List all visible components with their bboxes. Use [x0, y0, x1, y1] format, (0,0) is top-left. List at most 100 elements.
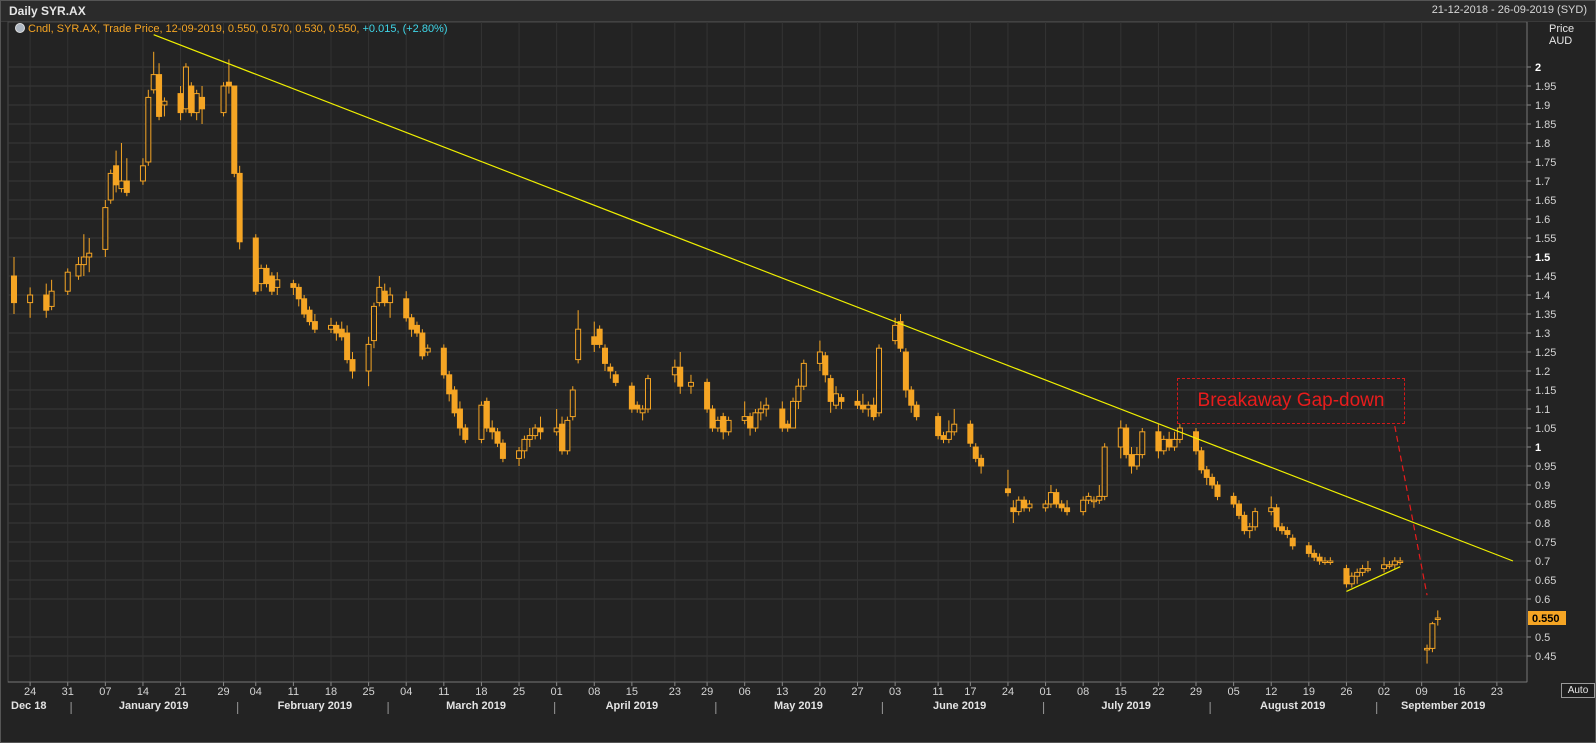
candle-body-down — [677, 366, 684, 387]
y-tick-label: 1.1 — [1535, 404, 1550, 416]
candle-body-down — [859, 404, 866, 410]
candle-body-up — [1160, 438, 1167, 452]
candle-body-down — [225, 81, 232, 87]
candle-body-down — [1166, 438, 1173, 448]
y-tick-label: 1.6 — [1535, 214, 1550, 226]
x-tick-label: 01 — [1039, 686, 1051, 698]
x-tick-label: 16 — [1453, 686, 1465, 698]
candle-body-down — [451, 389, 458, 414]
candle-body-down — [607, 366, 614, 372]
y-tick-label: 0.5 — [1535, 632, 1550, 644]
candle-body-up — [1133, 454, 1140, 467]
candle-body-up — [752, 412, 759, 429]
candle-body-down — [199, 96, 206, 110]
candle-body-down — [338, 328, 345, 338]
candle-body-up — [118, 180, 125, 190]
candle-body-up — [892, 324, 899, 342]
x-tick-label: 04 — [250, 686, 262, 698]
x-tick-label: 25 — [513, 686, 525, 698]
candle-body-down — [333, 324, 340, 334]
y-tick-label: 1.7 — [1535, 176, 1550, 188]
candle-body-down — [978, 457, 985, 467]
candle-body-down — [602, 347, 609, 364]
x-tick-label: 12 — [1265, 686, 1277, 698]
candle-body-up — [1171, 438, 1178, 448]
candle-body-up — [424, 347, 431, 353]
y-tick-label: 0.75 — [1535, 537, 1556, 549]
x-tick-label: 29 — [1190, 686, 1202, 698]
candle-body-down — [940, 435, 947, 440]
candle-body-down — [908, 389, 915, 406]
candle-body-up — [478, 404, 485, 440]
y-tick-label: 1.65 — [1535, 195, 1556, 207]
month-label: August 2019 — [1260, 700, 1325, 712]
x-tick-label: 29 — [217, 686, 229, 698]
y-tick-label: 1.8 — [1535, 138, 1550, 150]
candle-body-up — [370, 305, 377, 342]
candle-body-down — [612, 374, 619, 383]
y-tick-label: 2 — [1535, 62, 1541, 74]
candle-body-down — [779, 408, 786, 429]
x-tick-label: 17 — [964, 686, 976, 698]
candle-body-down — [967, 423, 974, 444]
x-tick-label: 11 — [438, 686, 449, 698]
candle-body-up — [644, 378, 651, 410]
candle-body-down — [1273, 507, 1280, 528]
candle-body-down — [344, 332, 351, 361]
candle-body-up — [1359, 568, 1366, 573]
candle-body-down — [822, 355, 829, 376]
month-label: May 2019 — [774, 700, 823, 712]
candle-body-down — [1305, 545, 1312, 554]
candle-body-down — [838, 397, 845, 402]
candle-body-down — [704, 381, 711, 410]
candle-body-down — [1214, 484, 1221, 497]
candle-body-down — [784, 423, 791, 429]
x-tick-label: 24 — [1002, 686, 1014, 698]
month-label: July 2019 — [1101, 700, 1151, 712]
y-tick-label: 0.6 — [1535, 594, 1550, 606]
candle-body-down — [1123, 427, 1130, 456]
x-tick-label: 23 — [669, 686, 681, 698]
candle-body-up — [1101, 446, 1108, 497]
candle-body-down — [446, 374, 453, 395]
y-tick-label: 1.55 — [1535, 233, 1556, 245]
candle-body-up — [193, 93, 200, 114]
candle-body-down — [494, 431, 501, 444]
candle-body-down — [440, 347, 447, 376]
series-description: Cndl, SYR.AX, Trade Price, 12-09-2019, 0… — [28, 23, 360, 35]
candle-body-down — [349, 359, 356, 372]
candle-body-up — [48, 290, 55, 307]
candle-body-down — [537, 427, 544, 433]
breakaway-gap-annotation: Breakaway Gap-down — [1177, 378, 1405, 424]
auto-scale-button[interactable]: Auto — [1561, 683, 1595, 698]
candle-body-down — [403, 298, 410, 319]
price-axis-title: Price AUD — [1549, 23, 1583, 47]
candle-body-up — [145, 96, 152, 163]
candle-body-down — [1155, 431, 1162, 452]
series-settings-icon[interactable] — [15, 23, 25, 33]
x-tick-label: 25 — [362, 686, 374, 698]
candle-body-up — [1354, 571, 1361, 577]
candle-body-down — [1289, 537, 1296, 547]
candle-body-up — [687, 381, 694, 387]
candle-body-up — [763, 404, 770, 410]
candle-body-up — [800, 362, 807, 387]
candle-body-up — [150, 74, 157, 91]
series-legend[interactable]: Cndl, SYR.AX, Trade Price, 12-09-2019, 0… — [15, 23, 448, 35]
candle-body-up — [1026, 503, 1033, 509]
candle-body-up — [107, 172, 114, 201]
x-tick-label: 18 — [325, 686, 337, 698]
price-change: +0.015, (+2.80%) — [362, 23, 448, 35]
x-tick-label: 15 — [1115, 686, 1127, 698]
candle-body-up — [1381, 564, 1388, 570]
candle-body-down — [972, 446, 979, 459]
candle-body-down — [456, 408, 463, 429]
candle-body-up — [951, 423, 958, 433]
candle-body-down — [306, 309, 313, 323]
candle-body-up — [1252, 511, 1259, 528]
candle-body-up — [274, 279, 281, 288]
candle-body-up — [1268, 507, 1275, 513]
x-tick-label: 22 — [1152, 686, 1164, 698]
candle-body-down — [1058, 503, 1065, 509]
candlestick-chart[interactable]: 2 1.95 1.9 1.85 1.8 1.75 1.7 1.65 1.6 1.55 1.5 1.45… — [1, 1, 1595, 742]
